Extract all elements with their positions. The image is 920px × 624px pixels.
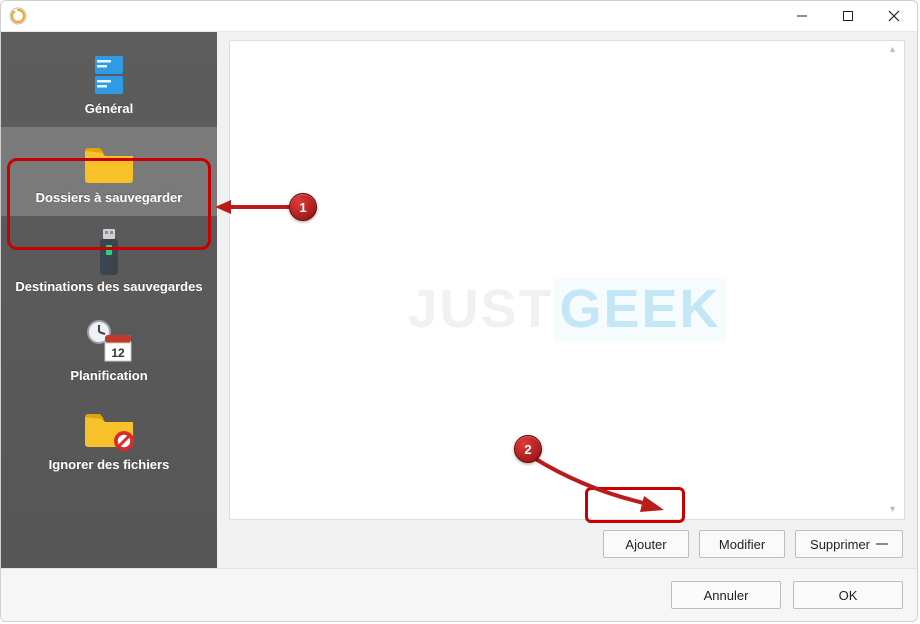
dialog-footer: Annuler OK [1, 568, 917, 621]
sidebar-item-label: Ignorer des fichiers [49, 458, 170, 473]
sidebar: Général Dossiers à sauvegarder [1, 32, 217, 568]
scroll-up-icon[interactable]: ▴ [890, 45, 900, 55]
scroll-down-icon[interactable]: ▾ [890, 505, 900, 515]
panel-actions-row: Ajouter Modifier Supprimer [229, 520, 905, 558]
titlebar [1, 1, 917, 32]
sidebar-item-ignore-files[interactable]: Ignorer des fichiers [1, 394, 217, 483]
sidebar-item-schedule[interactable]: 12 Planification [1, 305, 217, 394]
maximize-button[interactable] [825, 1, 871, 31]
sidebar-item-label: Destinations des sauvegardes [15, 280, 202, 295]
sidebar-item-destinations[interactable]: Destinations des sauvegardes [1, 216, 217, 305]
sidebar-item-label: Général [85, 102, 133, 117]
window-controls [779, 1, 917, 31]
sidebar-item-label: Planification [70, 369, 147, 384]
folders-list-panel[interactable]: ▴ ▾ JUSTGEEK [229, 40, 905, 520]
add-button[interactable]: Ajouter [603, 530, 689, 558]
general-icon [89, 52, 129, 98]
watermark: JUSTGEEK [407, 278, 726, 340]
sidebar-item-general[interactable]: Général [1, 38, 217, 127]
modify-button[interactable]: Modifier [699, 530, 785, 558]
app-icon [9, 7, 27, 25]
minimize-button[interactable] [779, 1, 825, 31]
close-button[interactable] [871, 1, 917, 31]
folder-block-icon [82, 408, 136, 454]
ok-button[interactable]: OK [793, 581, 903, 609]
usb-drive-icon [94, 230, 124, 276]
delete-button[interactable]: Supprimer [795, 530, 903, 558]
svg-text:12: 12 [111, 346, 125, 360]
app-window: Général Dossiers à sauvegarder [0, 0, 918, 622]
folder-icon [82, 141, 136, 187]
sidebar-item-folders-to-backup[interactable]: Dossiers à sauvegarder [1, 127, 217, 216]
schedule-icon: 12 [83, 319, 135, 365]
client-area: Général Dossiers à sauvegarder [1, 32, 917, 621]
main-area: ▴ ▾ JUSTGEEK Ajouter Modifier Supprimer [217, 32, 917, 568]
cancel-button[interactable]: Annuler [671, 581, 781, 609]
sidebar-item-label: Dossiers à sauvegarder [36, 191, 183, 206]
